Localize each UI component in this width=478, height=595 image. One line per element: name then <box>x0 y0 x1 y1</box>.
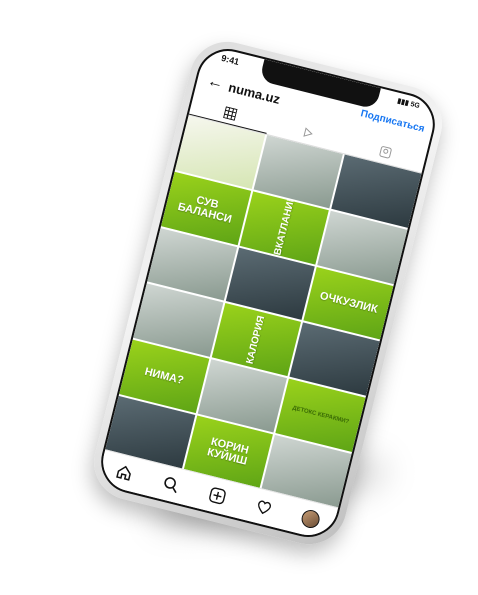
tagged-icon <box>379 146 392 159</box>
post-caption-text: СУВ БАЛАНСИ <box>176 193 233 226</box>
post-caption-text: ОЧКУЗЛИК <box>318 289 379 316</box>
grid-icon <box>223 105 238 121</box>
add-post-icon[interactable] <box>207 485 229 507</box>
post-caption-text: ОВКАТЛАНИШ <box>270 191 299 265</box>
post-caption-text: КАЛОРИЯ <box>244 314 268 366</box>
posts-grid: СУВ БАЛАНСИ ОВКАТЛАНИШ ОЧКУЗЛИК КАЛОРИЯ НИМА… <box>105 115 422 509</box>
profile-avatar[interactable] <box>299 508 322 530</box>
search-icon[interactable] <box>160 473 182 495</box>
status-time: 9:41 <box>220 52 241 67</box>
post-caption-text: ДЕТОКС КЕРАКМИ? <box>291 405 350 426</box>
heart-icon[interactable] <box>253 496 275 518</box>
reels-icon <box>303 127 313 137</box>
phone-screen: 9:41 ▮▮▮ 5G ← numa.uz Подписаться СУВ БА… <box>94 42 442 544</box>
network-label: 5G <box>409 100 421 111</box>
post-caption-text: НИМА? <box>143 365 185 387</box>
post-caption-text: КОРИН КУЙИШ <box>205 435 250 468</box>
status-signal: ▮▮▮ 5G <box>395 97 421 116</box>
avatar <box>299 508 322 530</box>
home-icon[interactable] <box>113 462 135 484</box>
phone-mockup: 9:41 ▮▮▮ 5G ← numa.uz Подписаться СУВ БА… <box>85 33 451 553</box>
